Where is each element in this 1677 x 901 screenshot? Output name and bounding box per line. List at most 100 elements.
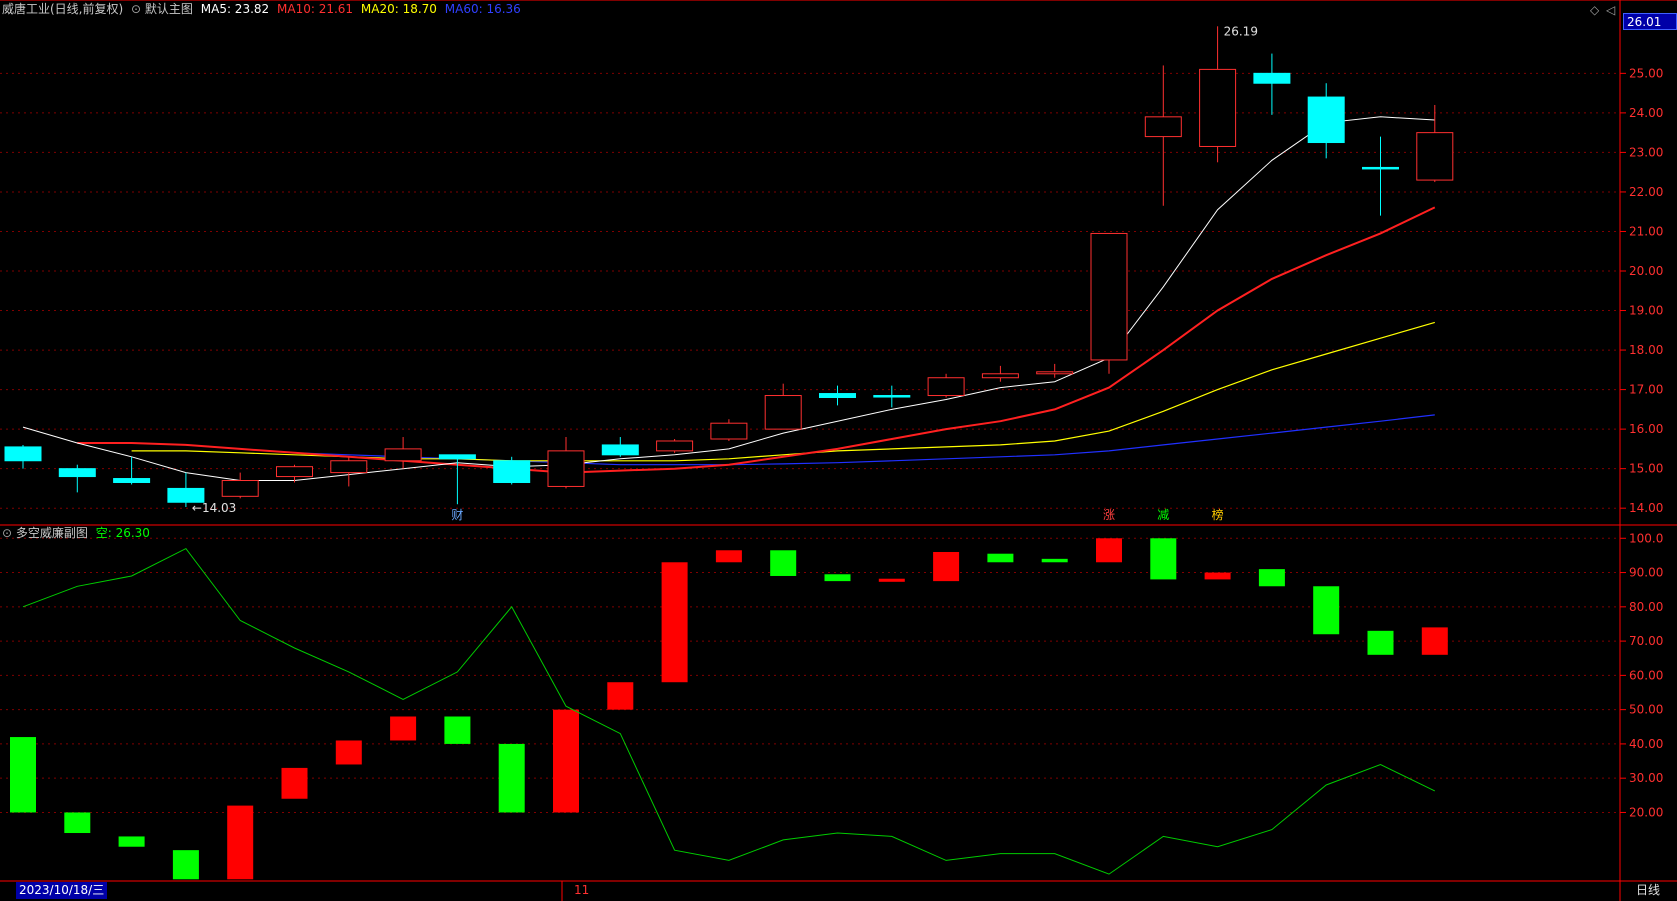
candle-down xyxy=(819,393,856,398)
sub-tick-label: 20.00 xyxy=(1629,805,1663,819)
sub-tick-label: 80.00 xyxy=(1629,600,1663,614)
sub-bar-green xyxy=(770,550,797,576)
expand-diamond-icon[interactable]: ◇ xyxy=(1590,2,1599,18)
low-price-label: ←14.03 xyxy=(192,501,236,515)
sub-bar-red xyxy=(878,578,905,582)
sub-bar-green xyxy=(1150,538,1177,580)
candle-down xyxy=(873,395,911,398)
sub-tick-label: 40.00 xyxy=(1629,737,1663,751)
price-tick-label: 14.00 xyxy=(1629,501,1663,515)
price-tick-label: 25.00 xyxy=(1629,66,1663,80)
candle-down xyxy=(58,468,96,478)
sub-bar-green xyxy=(987,553,1014,563)
candle-up xyxy=(221,480,259,497)
price-tick-label: 16.00 xyxy=(1629,422,1663,436)
sub-panel-name[interactable]: 多空威廉副图 xyxy=(16,526,88,540)
event-marker: 减 xyxy=(1157,508,1169,522)
candle-down xyxy=(438,454,476,460)
candle-up xyxy=(1416,132,1454,181)
candle-up xyxy=(764,395,802,430)
candle-up xyxy=(1144,116,1182,138)
candle-up xyxy=(656,440,694,452)
sub-bar-green xyxy=(10,737,36,813)
price-tick-label: 20.00 xyxy=(1629,264,1663,278)
candle-up xyxy=(1036,371,1074,375)
ma5-value: MA5: 23.82 xyxy=(200,2,270,16)
ma60-value: MA60: 16.36 xyxy=(444,2,521,16)
candle-down xyxy=(1307,96,1345,144)
candle-down xyxy=(1253,72,1291,84)
ma20-value: MA20: 18.70 xyxy=(360,2,437,16)
panel-toggle-icon[interactable]: ⊙ xyxy=(2,526,12,540)
current-price-badge: 26.01 xyxy=(1623,13,1677,30)
crosshair-date-label: 2023/10/18/三 xyxy=(16,882,108,899)
candle-up xyxy=(384,448,422,462)
sub-bar-red xyxy=(335,740,362,765)
price-tick-label: 17.00 xyxy=(1629,383,1663,397)
main-header: 威唐工业(日线,前复权) ⊙ 默认主图 MA5: 23.82 MA10: 21.… xyxy=(2,1,521,17)
candle-down xyxy=(4,446,42,462)
period-tab[interactable]: 日线 xyxy=(1636,882,1660,898)
price-tick-label: 21.00 xyxy=(1629,224,1663,238)
sub-bar-green xyxy=(64,812,91,834)
ma10-value: MA10: 21.61 xyxy=(277,2,354,16)
sub-bar-red xyxy=(227,805,254,880)
candle-up xyxy=(927,377,965,397)
candlesticks xyxy=(4,26,1454,508)
panel-toggle-icon[interactable]: ⊙ xyxy=(131,2,141,16)
candle-down xyxy=(113,478,151,483)
sub-bar-green xyxy=(1258,569,1285,587)
price-tick-label: 19.00 xyxy=(1629,304,1663,318)
candle-up xyxy=(1199,68,1237,147)
sub-tick-label: 30.00 xyxy=(1629,771,1663,785)
sub-bar-red xyxy=(390,716,417,741)
event-marker: 榜 xyxy=(1212,507,1224,522)
sub-bar-red xyxy=(1204,572,1231,580)
sub-tick-label: 90.00 xyxy=(1629,566,1663,580)
collapse-triangle-icon[interactable]: ◁ xyxy=(1606,2,1615,18)
candle-up xyxy=(330,460,368,474)
sub-bar-green xyxy=(1367,630,1394,655)
candle-up xyxy=(981,373,1019,379)
sub-tick-label: 70.00 xyxy=(1629,634,1663,648)
sub-bar-red xyxy=(661,562,688,683)
grid-layer xyxy=(0,72,1620,813)
sub-bar-red xyxy=(553,709,579,813)
sub-bar-red xyxy=(281,767,308,799)
sub-bar-red xyxy=(933,551,960,582)
price-tick-label: 23.00 xyxy=(1629,145,1663,159)
candle-down xyxy=(1362,166,1399,170)
sub-bar-red xyxy=(1421,627,1448,655)
sub-bar-green xyxy=(118,836,145,847)
candle-up xyxy=(710,422,748,440)
sub-bar-red xyxy=(715,550,742,563)
month-label: 11 xyxy=(574,883,590,897)
sub-tick-label: 60.00 xyxy=(1629,668,1663,682)
sub-bar-green xyxy=(824,574,851,582)
price-tick-label: 18.00 xyxy=(1629,343,1663,357)
stock-name[interactable]: 威唐工业(日线,前复权) xyxy=(2,2,123,16)
ma10-line xyxy=(77,206,1436,474)
sub-bar-green xyxy=(1041,558,1068,563)
candle-up xyxy=(547,450,585,487)
sub-tick-label: 100.0 xyxy=(1629,531,1663,545)
sub-bar-red xyxy=(1096,538,1122,563)
price-tick-label: 24.00 xyxy=(1629,106,1663,120)
event-marker: 涨 xyxy=(1103,507,1115,522)
sub-bar-green xyxy=(1313,586,1340,635)
price-axis: 14.00 15.00 16.00 17.00 18.00 19.00 20.00 21.00… xyxy=(1620,66,1663,819)
sub-tick-label: 50.00 xyxy=(1629,703,1663,717)
stock-chart: 14.00 15.00 16.00 17.00 18.00 19.00 20.00 21.00… xyxy=(0,0,1677,901)
price-tick-label: 15.00 xyxy=(1629,462,1663,476)
event-marker: 财 xyxy=(451,508,463,522)
candle-down xyxy=(601,444,639,456)
candle-up xyxy=(276,466,313,478)
sub-bar-green xyxy=(498,743,525,813)
candle-up xyxy=(1090,232,1128,361)
sub-header: ⊙ 多空威廉副图 空: 26.30 xyxy=(2,525,150,541)
main-panel-name[interactable]: 默认主图 xyxy=(145,2,193,16)
sub-value: 空: 26.30 xyxy=(95,526,150,540)
candle-down xyxy=(493,460,531,483)
sub-bar-green xyxy=(444,716,471,744)
sub-bar-green xyxy=(172,850,199,880)
